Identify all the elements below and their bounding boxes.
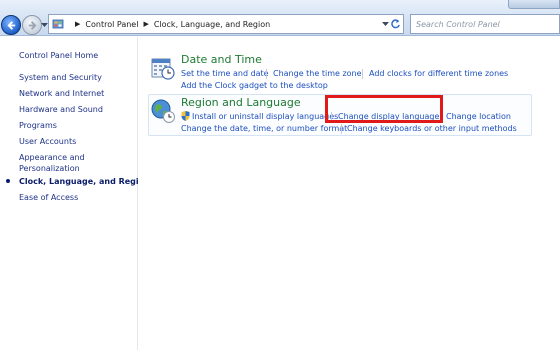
- change-time-zone-link[interactable]: Change the time zone: [273, 69, 362, 78]
- link-separator: [266, 69, 267, 79]
- sidebar: Control Panel Home System and Security N…: [0, 37, 150, 350]
- current-item-bullet: [6, 179, 10, 183]
- add-clocks-link[interactable]: Add clocks for different time zones: [369, 69, 508, 78]
- change-location-link[interactable]: Change location: [446, 112, 511, 121]
- sidebar-item-hardware-sound[interactable]: Hardware and Sound: [19, 104, 103, 115]
- sidebar-item-system-security[interactable]: System and Security: [19, 72, 102, 83]
- link-separator: [362, 69, 363, 79]
- change-keyboards-link[interactable]: Change keyboards or other input methods: [347, 124, 517, 133]
- back-button[interactable]: [1, 15, 21, 35]
- breadcrumb-control-panel[interactable]: Control Panel: [85, 20, 138, 29]
- breadcrumb-clock-language-region[interactable]: Clock, Language, and Region: [154, 20, 270, 29]
- sidebar-item-control-panel-home[interactable]: Control Panel Home: [19, 50, 98, 61]
- refresh-icon[interactable]: [389, 17, 402, 31]
- control-panel-icon: [52, 19, 64, 29]
- install-display-languages-link[interactable]: Install or uninstall display languages: [192, 112, 338, 121]
- recent-pages-chevron-icon[interactable]: [41, 22, 48, 28]
- chevron-right-icon[interactable]: ▶: [143, 20, 148, 28]
- search-input[interactable]: Search Control Panel: [410, 14, 560, 34]
- region-language-title[interactable]: Region and Language: [181, 96, 301, 109]
- sidebar-item-user-accounts[interactable]: User Accounts: [19, 136, 76, 147]
- globe-clock-icon: [151, 99, 175, 123]
- address-bar[interactable]: ▶ Control Panel ▶ Clock, Language, and R…: [48, 14, 404, 34]
- address-dropdown-icon[interactable]: [382, 21, 389, 27]
- sidebar-item-clock-language-region[interactable]: Clock, Language, and Region: [19, 176, 150, 187]
- date-time-title[interactable]: Date and Time: [181, 53, 262, 66]
- sidebar-item-programs[interactable]: Programs: [19, 120, 57, 131]
- sidebar-item-network-internet[interactable]: Network and Internet: [19, 88, 104, 99]
- sidebar-item-appearance-line2[interactable]: Personalization: [19, 163, 80, 174]
- change-date-time-number-format-link[interactable]: Change the date, time, or number format: [181, 124, 347, 133]
- forward-button[interactable]: [22, 15, 42, 35]
- window-controls[interactable]: [508, 0, 560, 9]
- forward-arrow-icon: [28, 20, 37, 30]
- search-placeholder: Search Control Panel: [416, 19, 500, 29]
- uac-shield-icon: [181, 111, 190, 121]
- sidebar-item-ease-of-access[interactable]: Ease of Access: [19, 192, 78, 203]
- chevron-right-icon[interactable]: ▶: [75, 20, 80, 28]
- back-arrow-icon: [6, 20, 15, 30]
- main-content: Date and Time Set the time and date Chan…: [138, 37, 560, 350]
- link-separator: [341, 124, 342, 134]
- sidebar-item-appearance[interactable]: Appearance and: [19, 152, 85, 163]
- red-highlight-annotation: [325, 95, 443, 123]
- add-clock-gadget-link[interactable]: Add the Clock gadget to the desktop: [181, 81, 328, 90]
- calendar-clock-icon: [151, 58, 175, 80]
- navigation-bar: ▶ Control Panel ▶ Clock, Language, and R…: [0, 0, 560, 36]
- set-time-date-link[interactable]: Set the time and date: [181, 69, 269, 78]
